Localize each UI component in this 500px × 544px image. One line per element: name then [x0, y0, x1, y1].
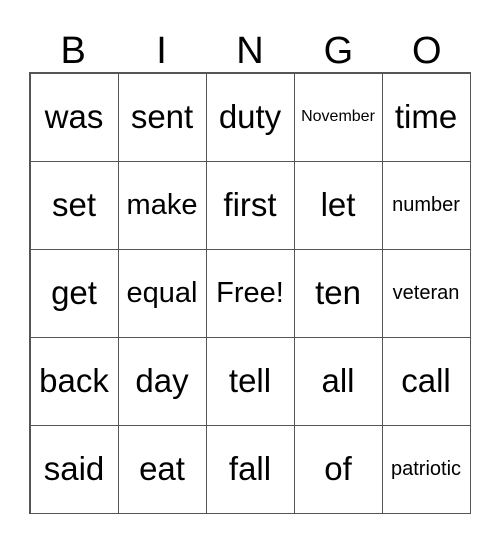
bingo-cell[interactable]: all [293, 336, 383, 426]
header-letter: B [60, 30, 86, 72]
bingo-cell[interactable]: set [29, 160, 119, 250]
bingo-cell[interactable]: day [117, 336, 207, 426]
bingo-cell[interactable]: make [117, 160, 207, 250]
bingo-cell[interactable]: call [381, 336, 471, 426]
bingo-cell[interactable]: November [293, 72, 383, 162]
header-letter: N [236, 30, 264, 72]
bingo-cell[interactable]: said [29, 424, 119, 514]
bingo-cell[interactable]: get [29, 248, 119, 338]
bingo-cell[interactable]: fall [205, 424, 295, 514]
bingo-header: BINGO [29, 28, 471, 74]
bingo-cell[interactable]: number [381, 160, 471, 250]
free-space-cell[interactable]: Free! [205, 248, 295, 338]
bingo-cell[interactable]: patriotic [381, 424, 471, 514]
bingo-cell[interactable]: eat [117, 424, 207, 514]
bingo-cell[interactable]: let [293, 160, 383, 250]
bingo-cell[interactable]: was [29, 72, 119, 162]
bingo-cell[interactable]: duty [205, 72, 295, 162]
header-letter: O [411, 30, 442, 72]
header-letter: G [323, 30, 354, 72]
bingo-cell[interactable]: time [381, 72, 471, 162]
bingo-cell[interactable]: veteran [381, 248, 471, 338]
bingo-grid: was sent duty November time set make first let nu… [29, 72, 471, 514]
bingo-cell[interactable]: equal [117, 248, 207, 338]
bingo-cell[interactable]: tell [205, 336, 295, 426]
header-letter: I [156, 30, 167, 72]
bingo-cell[interactable]: of [293, 424, 383, 514]
bingo-cell[interactable]: first [205, 160, 295, 250]
bingo-cell[interactable]: back [29, 336, 119, 426]
bingo-cell[interactable]: sent [117, 72, 207, 162]
bingo-cell[interactable]: ten [293, 248, 383, 338]
